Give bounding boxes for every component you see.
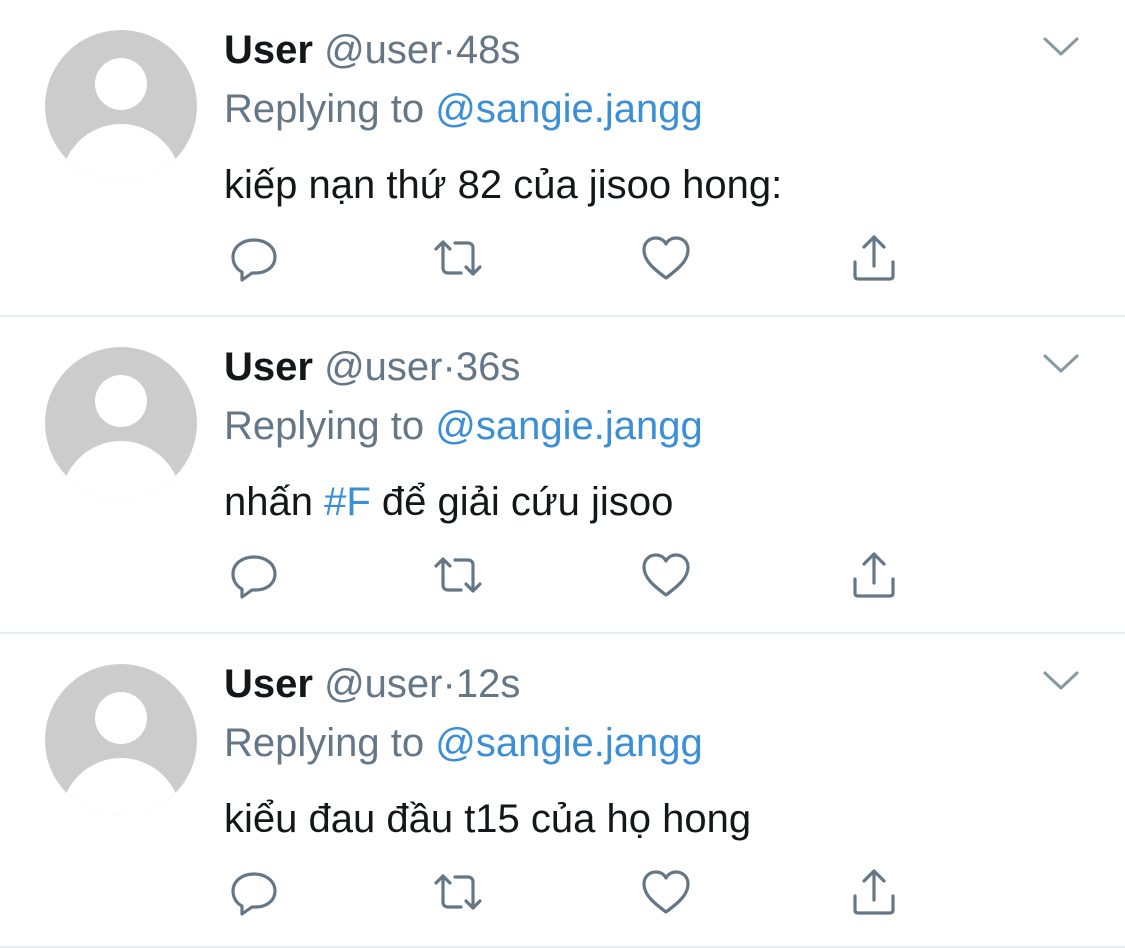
heart-icon xyxy=(642,236,690,280)
tweet[interactable]: User @user·48s Replying to @sangie.jangg… xyxy=(0,0,1125,317)
tweet-text-after: để giải cứu jisoo xyxy=(381,480,674,524)
tweet-actions xyxy=(228,866,908,918)
display-name[interactable]: User xyxy=(224,28,313,72)
heart-icon xyxy=(642,870,690,914)
mention-link[interactable]: @sangie.jangg xyxy=(435,87,702,131)
avatar-body xyxy=(61,124,181,182)
separator-dot: · xyxy=(442,662,456,706)
replying-to: Replying to @sangie.jangg xyxy=(224,402,703,450)
tweet-header: User @user·48s xyxy=(224,26,520,74)
avatar-body xyxy=(61,441,181,499)
chevron-down-icon[interactable] xyxy=(1042,669,1080,693)
share-icon xyxy=(853,235,895,281)
retweet-button[interactable] xyxy=(432,549,484,601)
reply-icon xyxy=(231,555,277,599)
reply-button[interactable] xyxy=(228,866,280,918)
reply-icon xyxy=(231,238,277,282)
timestamp[interactable]: 36s xyxy=(456,345,521,389)
retweet-button[interactable] xyxy=(432,232,484,284)
mention-link[interactable]: @sangie.jangg xyxy=(435,404,702,448)
chevron-down-icon[interactable] xyxy=(1042,352,1080,376)
user-handle[interactable]: @user xyxy=(324,345,442,389)
tweet-actions xyxy=(228,549,908,601)
separator-dot: · xyxy=(442,28,456,72)
mention-link[interactable]: @sangie.jangg xyxy=(435,721,702,765)
share-icon xyxy=(853,552,895,598)
like-button[interactable] xyxy=(640,866,692,918)
share-button[interactable] xyxy=(848,866,900,918)
tweet-text: nhấn #F để giải cứu jisoo xyxy=(224,476,673,528)
like-button[interactable] xyxy=(640,549,692,601)
replying-to: Replying to @sangie.jangg xyxy=(224,85,703,133)
user-handle[interactable]: @user xyxy=(324,28,442,72)
tweet-actions xyxy=(228,232,908,284)
retweet-button[interactable] xyxy=(432,866,484,918)
hashtag-link[interactable]: #F xyxy=(324,480,371,524)
share-button[interactable] xyxy=(848,549,900,601)
tweet-feed: User @user·48s Replying to @sangie.jangg… xyxy=(0,0,1125,948)
tweet-header: User @user·36s xyxy=(224,343,520,391)
replying-label: Replying to xyxy=(224,404,425,448)
reply-button[interactable] xyxy=(228,549,280,601)
heart-icon xyxy=(642,553,690,597)
avatar-head xyxy=(95,58,147,110)
retweet-icon xyxy=(434,874,482,910)
timestamp[interactable]: 48s xyxy=(456,28,521,72)
like-button[interactable] xyxy=(640,232,692,284)
timestamp[interactable]: 12s xyxy=(456,662,521,706)
tweet[interactable]: User @user·12s Replying to @sangie.jangg… xyxy=(0,634,1125,948)
default-avatar-icon[interactable] xyxy=(45,347,197,499)
retweet-icon xyxy=(434,557,482,593)
tweet[interactable]: User @user·36s Replying to @sangie.jangg… xyxy=(0,317,1125,634)
share-icon xyxy=(853,869,895,915)
share-button[interactable] xyxy=(848,232,900,284)
default-avatar-icon[interactable] xyxy=(45,30,197,182)
tweet-text: kiếp nạn thứ 82 của jisoo hong: xyxy=(224,163,783,207)
separator-dot: · xyxy=(442,345,456,389)
avatar-body xyxy=(61,758,181,816)
user-handle[interactable]: @user xyxy=(324,662,442,706)
replying-label: Replying to xyxy=(224,87,425,131)
default-avatar-icon[interactable] xyxy=(45,664,197,816)
display-name[interactable]: User xyxy=(224,662,313,706)
display-name[interactable]: User xyxy=(224,345,313,389)
avatar-head xyxy=(95,375,147,427)
tweet-text: kiểu đau đầu t15 của họ hong xyxy=(224,797,752,841)
replying-label: Replying to xyxy=(224,721,425,765)
retweet-icon xyxy=(434,240,482,276)
chevron-down-icon[interactable] xyxy=(1042,35,1080,59)
reply-icon xyxy=(231,872,277,916)
reply-button[interactable] xyxy=(228,232,280,284)
avatar-head xyxy=(95,692,147,744)
tweet-text-before: nhấn xyxy=(224,480,313,524)
replying-to: Replying to @sangie.jangg xyxy=(224,719,703,767)
tweet-header: User @user·12s xyxy=(224,660,520,708)
